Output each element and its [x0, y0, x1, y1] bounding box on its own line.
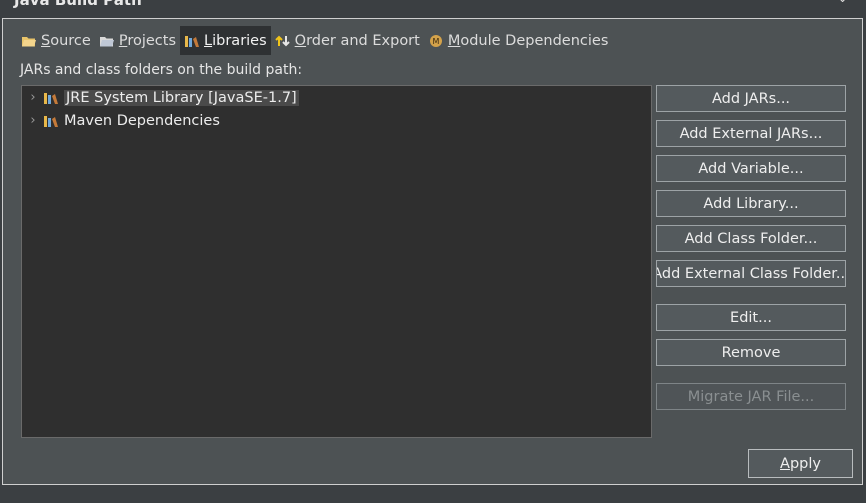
build-path-panel: Source Projects Libraries Order and Expo…	[2, 18, 863, 485]
window-title: Java Build Path	[14, 0, 142, 9]
order-export-icon	[274, 35, 290, 46]
libraries-icon	[185, 35, 200, 47]
bottom-strip	[0, 485, 866, 503]
tree-item-maven[interactable]: › Maven Dependencies	[22, 110, 220, 131]
apply-button[interactable]: Apply	[748, 449, 853, 478]
tab-source-label: Source	[41, 32, 91, 49]
source-folder-icon	[22, 36, 36, 46]
tab-projects-label: Projects	[118, 32, 177, 49]
tab-module-dependencies[interactable]: M Module Dependencies	[424, 26, 613, 55]
tab-module-dependencies-label: Module Dependencies	[447, 32, 609, 49]
tab-order-export[interactable]: Order and Export	[271, 26, 424, 55]
expand-arrow-icon[interactable]: ›	[22, 90, 44, 105]
chevron-down-icon[interactable]: ⌄	[837, 0, 848, 6]
expand-arrow-icon[interactable]: ›	[22, 113, 44, 128]
tree-item-label: JRE System Library [JavaSE-1.7]	[64, 89, 299, 106]
tree-item-label: Maven Dependencies	[64, 112, 220, 129]
tree-item-jre[interactable]: › JRE System Library [JavaSE-1.7]	[22, 87, 299, 108]
library-tree[interactable]: › JRE System Library [JavaSE-1.7] › Mave…	[21, 85, 652, 438]
remove-button[interactable]: Remove	[656, 339, 846, 366]
tab-projects[interactable]: Projects	[95, 26, 180, 55]
tab-bar: Source Projects Libraries Order and Expo…	[17, 26, 612, 55]
library-icon	[44, 115, 58, 127]
tab-source[interactable]: Source	[17, 26, 95, 55]
library-icon	[44, 92, 58, 104]
tab-order-export-label: Order and Export	[294, 32, 420, 49]
module-icon: M	[429, 34, 442, 47]
add-jars-button[interactable]: Add JARs...	[656, 85, 846, 112]
migrate-jar-button: Migrate JAR File...	[656, 383, 846, 410]
projects-folder-icon	[99, 36, 114, 46]
add-variable-button[interactable]: Add Variable...	[656, 155, 846, 182]
window-title-bar: Java Build Path ⌄	[0, 0, 866, 17]
add-external-jars-button[interactable]: Add External JARs...	[656, 120, 846, 147]
add-external-class-folder-button[interactable]: Add External Class Folder...	[656, 260, 846, 287]
tab-libraries[interactable]: Libraries	[180, 26, 271, 55]
edit-button[interactable]: Edit...	[656, 304, 846, 331]
svg-text:M: M	[432, 37, 439, 46]
tab-libraries-label: Libraries	[204, 32, 267, 49]
pane-label: JARs and class folders on the build path…	[20, 62, 303, 78]
add-library-button[interactable]: Add Library...	[656, 190, 846, 217]
add-class-folder-button[interactable]: Add Class Folder...	[656, 225, 846, 252]
apply-button-label: Apply	[780, 455, 821, 472]
